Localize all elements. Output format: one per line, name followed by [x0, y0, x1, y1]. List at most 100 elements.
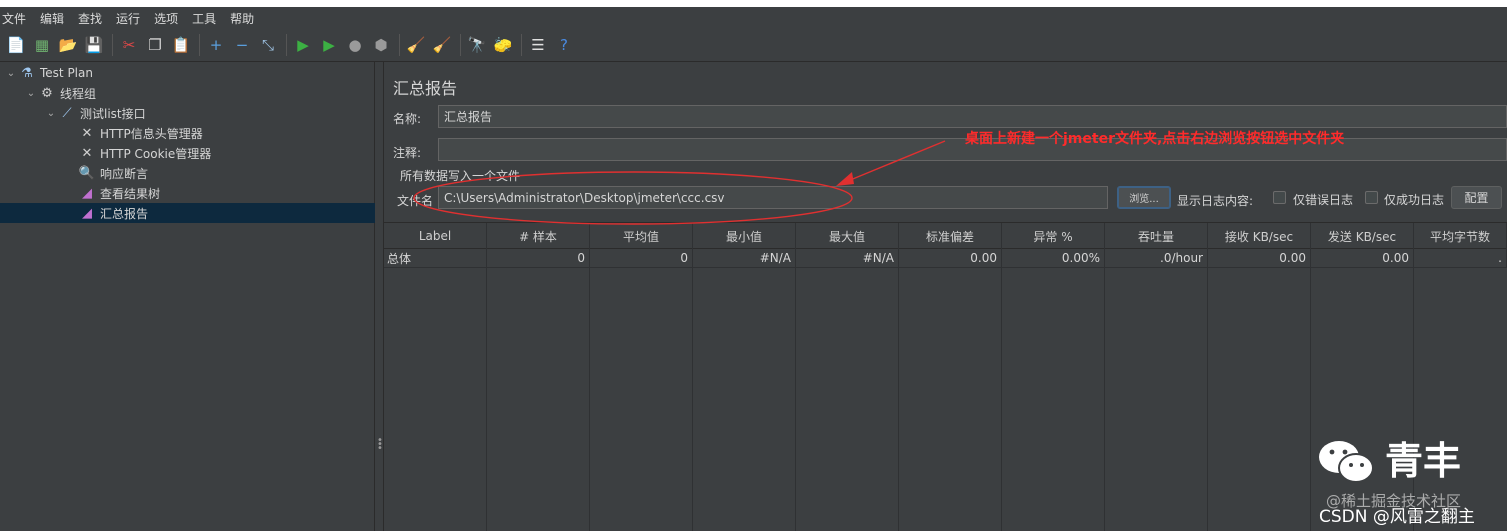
cut-icon[interactable]: ✂	[119, 34, 139, 56]
pane-splitter[interactable]: • • •	[375, 62, 384, 531]
chevron-down-icon[interactable]: ⌄	[44, 108, 58, 119]
toolbar: 📄 ▦ 📂 💾 ✂ ❐ 📋 + − ⤡ ▶ ▶ ● ⬢ 🧹 🧹 🔭 🧽 ☰?	[0, 29, 1507, 62]
tree-node-label: 汇总报告	[100, 206, 149, 221]
menu-tools[interactable]: 工具	[192, 10, 216, 27]
collapse-icon[interactable]: −	[232, 34, 252, 56]
column-header[interactable]: 最小值	[693, 223, 796, 249]
table-row[interactable]: 总体 0 0 #N/A #N/A 0.00 0.00% .0/hour 0.00 0.00.	[384, 249, 1507, 268]
start-no-pauses-icon[interactable]: ▶	[319, 34, 339, 56]
wrench-icon: ✕	[81, 125, 93, 141]
window-top-strip	[0, 0, 1507, 7]
pipette-icon: ⟋	[62, 105, 72, 121]
gear-icon: ⚙	[41, 85, 53, 101]
errors-only-label[interactable]: 仅错误日志	[1293, 191, 1353, 208]
log-display-label: 显示日志内容:	[1177, 194, 1254, 208]
tree-node[interactable]: ◢ 查看结果树	[64, 183, 160, 203]
shutdown-icon[interactable]: ⬢	[371, 34, 391, 56]
function-helper-icon[interactable]: ☰	[528, 34, 548, 56]
tree-node[interactable]: ⌄ ⚙ 线程组	[24, 83, 96, 103]
comment-label: 注释:	[393, 146, 422, 160]
success-only-label[interactable]: 仅成功日志	[1384, 191, 1444, 208]
table-cell: .	[1414, 249, 1507, 268]
copy-icon[interactable]: ❐	[145, 34, 165, 56]
toolbar-separator	[112, 34, 113, 56]
chart-icon: ◢	[82, 205, 92, 221]
reset-search-icon[interactable]: 🧽	[493, 34, 513, 56]
table-cell: 0	[590, 249, 693, 268]
table-cell: #N/A	[693, 249, 796, 268]
tree-node[interactable]: ◢ 汇总报告	[64, 203, 148, 223]
errors-only-checkbox[interactable]	[1273, 191, 1286, 204]
chevron-down-icon[interactable]: ⌄	[4, 68, 18, 79]
write-all-label: 所有数据写入一个文件	[400, 169, 521, 183]
chevron-down-icon[interactable]: ⌄	[24, 88, 38, 99]
filename-field[interactable]	[438, 186, 1108, 209]
tree-node-label: HTTP Cookie管理器	[100, 146, 212, 161]
column-divider	[795, 268, 796, 531]
column-header[interactable]: 异常 %	[1002, 223, 1105, 249]
clear-all-icon[interactable]: 🧹	[432, 34, 452, 56]
tree-node[interactable]: 🔍 响应断言	[64, 163, 148, 183]
name-label: 名称:	[393, 112, 422, 126]
menu-file[interactable]: 文件	[2, 10, 26, 27]
templates-icon[interactable]: ▦	[32, 34, 52, 56]
column-divider	[1207, 268, 1208, 531]
open-icon[interactable]: 📂	[58, 34, 78, 56]
table-cell: 0.00	[1311, 249, 1414, 268]
help-icon[interactable]: ?	[554, 34, 574, 56]
menu-edit[interactable]: 编辑	[40, 10, 64, 27]
filename-label: 文件名	[397, 194, 434, 208]
tree-node-label: 线程组	[60, 86, 97, 101]
flask-icon: ⚗	[21, 65, 33, 81]
watermark-csdn: CSDN @风雷之翻主	[1319, 507, 1475, 527]
menu-run[interactable]: 运行	[116, 10, 140, 27]
column-header[interactable]: 接收 KB/sec	[1208, 223, 1311, 249]
table-cell: #N/A	[796, 249, 899, 268]
save-icon[interactable]: 💾	[84, 34, 104, 56]
toolbar-separator	[460, 34, 461, 56]
column-header[interactable]: Label	[384, 223, 487, 249]
start-icon[interactable]: ▶	[293, 34, 313, 56]
tree-node[interactable]: ⌄ ⟋ 测试list接口	[44, 103, 146, 123]
name-field[interactable]	[438, 105, 1507, 128]
success-only-checkbox[interactable]	[1365, 191, 1378, 204]
table-cell: 0.00%	[1002, 249, 1105, 268]
configure-button[interactable]: 配置	[1451, 186, 1502, 209]
column-header[interactable]: # 样本	[487, 223, 590, 249]
column-header[interactable]: 平均字节数	[1414, 223, 1507, 249]
column-divider	[692, 268, 693, 531]
menu-search[interactable]: 查找	[78, 10, 102, 27]
tree-node[interactable]: ⌄ ⚗ Test Plan	[4, 63, 93, 83]
table-cell: 0.00	[1208, 249, 1311, 268]
splitter-grip-icon[interactable]: • • •	[377, 436, 383, 454]
tree-node[interactable]: ✕ HTTP信息头管理器	[64, 123, 203, 143]
search-icon[interactable]: 🔭	[467, 34, 487, 56]
table-cell: 总体	[384, 249, 487, 268]
toolbar-separator	[199, 34, 200, 56]
column-divider	[1104, 268, 1105, 531]
tree-selection-highlight	[0, 203, 375, 223]
column-header[interactable]: 吞吐量	[1105, 223, 1208, 249]
tree-node-label: 响应断言	[100, 166, 149, 181]
new-icon[interactable]: 📄	[6, 34, 26, 56]
stop-icon[interactable]: ●	[345, 34, 365, 56]
paste-icon[interactable]: 📋	[171, 34, 191, 56]
table-cell: 0	[487, 249, 590, 268]
column-header[interactable]: 平均值	[590, 223, 693, 249]
browse-button[interactable]: 浏览...	[1117, 186, 1171, 209]
column-header[interactable]: 发送 KB/sec	[1311, 223, 1414, 249]
toggle-icon[interactable]: ⤡	[258, 34, 278, 56]
column-header[interactable]: 标准偏差	[899, 223, 1002, 249]
menu-options[interactable]: 选项	[154, 10, 178, 27]
menu-help[interactable]: 帮助	[230, 10, 254, 27]
annotation-text: 桌面上新建一个jmeter文件夹,点击右边浏览按钮选中文件夹	[965, 131, 1345, 147]
test-plan-tree: ⌄ ⚗ Test Plan ⌄ ⚙ 线程组 ⌄ ⟋ 测试list接口 ✕ HTTP信息头管理器 ✕ HT…	[0, 62, 375, 531]
expand-icon[interactable]: +	[206, 34, 226, 56]
column-header[interactable]: 最大值	[796, 223, 899, 249]
tree-node[interactable]: ✕ HTTP Cookie管理器	[64, 143, 212, 163]
toolbar-separator	[399, 34, 400, 56]
toolbar-separator	[521, 34, 522, 56]
toolbar-separator	[286, 34, 287, 56]
clear-icon[interactable]: 🧹	[406, 34, 426, 56]
magnifier-icon: 🔍	[78, 165, 96, 181]
